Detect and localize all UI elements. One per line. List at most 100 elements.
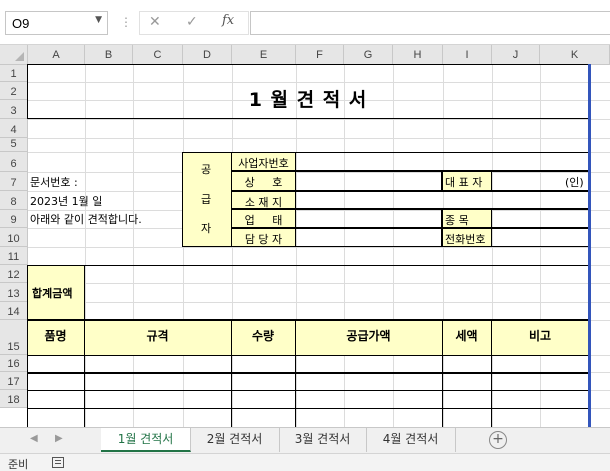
sheet-tab[interactable]: 1월 견적서 (101, 428, 191, 452)
cancel-icon[interactable]: ✕ (149, 14, 161, 30)
rep-value-cell[interactable] (491, 171, 589, 191)
row-header-6[interactable]: 6 (0, 152, 28, 172)
table-header-label: 비고 (528, 329, 552, 343)
supplier-label: 소 재 지 (244, 196, 283, 209)
next-sheet-icon[interactable]: ▶ (55, 433, 63, 444)
column-header-j[interactable]: J (492, 45, 540, 65)
table-cell[interactable] (491, 390, 590, 409)
row-header-8[interactable]: 8 (0, 191, 28, 210)
supplier-value-cell[interactable] (295, 228, 442, 247)
grip-icon: ⋮ (120, 15, 132, 29)
table-cell[interactable] (491, 408, 590, 427)
table-cell[interactable] (27, 408, 85, 427)
row-header-4[interactable]: 4 (0, 119, 28, 138)
table-cell[interactable] (295, 408, 443, 427)
add-sheet-button[interactable]: + (489, 431, 507, 449)
table-cell[interactable] (27, 372, 85, 391)
table-cell[interactable] (231, 408, 296, 427)
macro-record-icon[interactable] (52, 457, 64, 468)
sheet-tab[interactable]: 2월 견적서 (190, 428, 280, 452)
item-label: 종 목 (445, 214, 469, 227)
phone-value-cell[interactable] (491, 228, 589, 247)
row-header-3[interactable]: 3 (0, 100, 28, 119)
row-header-12[interactable]: 12 (0, 265, 28, 283)
sheet-tab[interactable]: 4월 견적서 (366, 428, 456, 452)
row-header-7[interactable]: 7 (0, 172, 28, 191)
table-cell[interactable] (27, 390, 85, 409)
column-header-e[interactable]: E (232, 45, 296, 65)
column-header-h[interactable]: H (393, 45, 443, 65)
table-cell[interactable] (442, 408, 492, 427)
row-header-2[interactable]: 2 (0, 82, 28, 100)
doc-date: 2023년 1월 일 (30, 195, 103, 208)
enter-icon[interactable]: ✓ (186, 14, 198, 30)
row-header-14[interactable]: 14 (0, 302, 28, 320)
row-header-13[interactable]: 13 (0, 283, 28, 302)
column-header-k[interactable]: K (540, 45, 610, 65)
supplier-value-cell[interactable] (295, 209, 442, 228)
item-value-cell[interactable] (491, 209, 589, 228)
row-header-11[interactable]: 11 (0, 247, 28, 265)
insert-function-icon[interactable]: fx (222, 13, 234, 28)
sheet-right-edge (588, 64, 591, 427)
supplier-label: 담 당 자 (244, 233, 283, 246)
row-header-15[interactable]: 15 (0, 320, 28, 355)
column-header-i[interactable]: I (443, 45, 492, 65)
column-header-c[interactable]: C (133, 45, 183, 65)
table-cell[interactable] (295, 372, 443, 391)
formula-input[interactable] (250, 11, 610, 35)
supplier-value-cell[interactable] (295, 152, 589, 171)
name-box[interactable]: O9 ▼ (5, 11, 108, 35)
table-cell[interactable] (442, 390, 492, 409)
table-cell[interactable] (442, 372, 492, 391)
table-cell[interactable] (84, 390, 232, 409)
rep-label: 대 표 자 (445, 176, 483, 189)
select-all-button[interactable] (0, 45, 28, 65)
supplier-label: 사업자번호 (238, 157, 289, 170)
table-cell[interactable] (491, 372, 590, 391)
doc-note: 아래와 같이 견적합니다. (30, 213, 142, 226)
formula-bar: O9 ▼ ⋮ ✕ ✓ fx (0, 0, 610, 45)
supplier-label: 상 호 (244, 176, 283, 189)
supplier-char-2: 급 (201, 193, 212, 206)
table-cell[interactable] (295, 390, 443, 409)
table-header-label: 수량 (251, 329, 275, 343)
table-header-label: 품명 (44, 329, 67, 343)
column-header-b[interactable]: B (85, 45, 133, 65)
row-header-10[interactable]: 10 (0, 228, 28, 247)
column-header-f[interactable]: F (296, 45, 344, 65)
sheet-tab-bar: ◀ ▶ 1월 견적서 2월 견적서 3월 견적서 4월 견적서 + (0, 427, 610, 453)
doc-number: 문서번호 : (30, 176, 78, 189)
table-cell[interactable] (84, 372, 232, 391)
supplier-label: 업 태 (244, 214, 283, 227)
chevron-down-icon[interactable]: ▼ (95, 15, 102, 25)
column-header-a[interactable]: A (28, 45, 85, 65)
name-box-value: O9 (12, 16, 30, 31)
phone-label: 전화번호 (445, 233, 486, 246)
table-header-label: 규격 (146, 329, 169, 343)
column-header-g[interactable]: G (344, 45, 393, 65)
table-cell[interactable] (231, 390, 296, 409)
sheet-tab[interactable]: 3월 견적서 (279, 428, 367, 452)
table-cell[interactable] (84, 408, 232, 427)
table-cell[interactable] (231, 372, 296, 391)
gridline (28, 119, 610, 120)
row-header-9[interactable]: 9 (0, 210, 28, 228)
sheet-title: 1 월 견 적 서 (248, 89, 368, 111)
row-header-17[interactable]: 17 (0, 372, 28, 390)
total-value-cell[interactable] (84, 265, 589, 320)
table-header-label: 세액 (455, 329, 478, 343)
row-header-16[interactable]: 16 (0, 355, 28, 372)
supplier-value-cell[interactable] (295, 171, 442, 191)
supplier-value-cell[interactable] (295, 191, 589, 209)
column-header-d[interactable]: D (183, 45, 232, 65)
status-ready: 준비 (8, 458, 29, 471)
status-bar: 준비 (0, 453, 610, 471)
row-header-1[interactable]: 1 (0, 65, 28, 82)
supplier-char-3: 자 (201, 222, 212, 235)
row-header-5[interactable]: 5 (0, 138, 28, 152)
prev-sheet-icon[interactable]: ◀ (30, 433, 38, 444)
table-header-label: 공급가액 (346, 329, 391, 343)
spreadsheet-grid[interactable]: ABCDEFGHIJK 1 2 3 4 5 6 7 8 9 10 11 12 13 14 15 16 17 18 … (0, 45, 610, 427)
row-header-18[interactable]: 18 (0, 390, 28, 408)
